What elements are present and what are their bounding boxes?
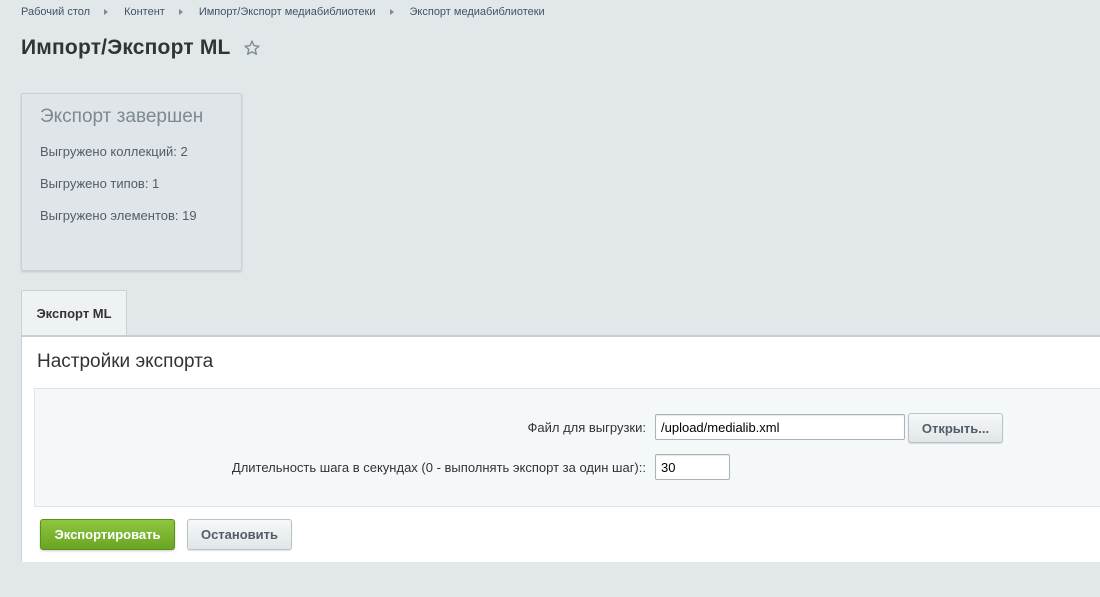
- breadcrumb-item-desktop[interactable]: Рабочий стол: [21, 6, 90, 18]
- open-file-button[interactable]: Открыть...: [908, 413, 1003, 443]
- star-outline-icon[interactable]: [243, 39, 261, 57]
- export-result-box: Экспорт завершен Выгружено коллекций: 2 …: [21, 93, 242, 271]
- step-duration-label: Длительность шага в секундах (0 - выполн…: [231, 460, 646, 475]
- breadcrumb-separator-icon: [389, 9, 394, 15]
- tab-export-ml[interactable]: Экспорт ML: [21, 290, 127, 336]
- file-label: Файл для выгрузки:: [527, 420, 647, 435]
- result-types: Выгружено типов: 1: [40, 176, 160, 191]
- stop-button[interactable]: Остановить: [187, 519, 292, 550]
- breadcrumb-separator-icon: [178, 9, 183, 15]
- result-collections: Выгружено коллекций: 2: [40, 144, 188, 159]
- title-row: Импорт/Экспорт ML: [21, 36, 261, 60]
- section-title: Настройки экспорта: [37, 351, 214, 372]
- step-duration-input[interactable]: [655, 454, 730, 480]
- export-settings-panel: Настройки экспорта Файл для выгрузки: От…: [21, 335, 1100, 562]
- breadcrumb: Рабочий стол Контент Импорт/Экспорт меди…: [21, 6, 545, 18]
- tab-strip: Экспорт ML: [21, 290, 1100, 336]
- breadcrumb-item-import-export[interactable]: Импорт/Экспорт медиабиблиотеки: [199, 6, 376, 18]
- breadcrumb-item-export[interactable]: Экспорт медиабиблиотеки: [410, 6, 545, 18]
- breadcrumb-separator-icon: [104, 9, 109, 15]
- export-button[interactable]: Экспортировать: [40, 519, 175, 550]
- result-elements: Выгружено элементов: 19: [40, 208, 197, 223]
- result-title: Экспорт завершен: [40, 106, 204, 127]
- settings-form: Файл для выгрузки: Открыть... Длительнос…: [34, 388, 1100, 507]
- breadcrumb-item-content[interactable]: Контент: [124, 6, 165, 18]
- page-title: Импорт/Экспорт ML: [21, 36, 231, 59]
- file-path-input[interactable]: [655, 414, 905, 440]
